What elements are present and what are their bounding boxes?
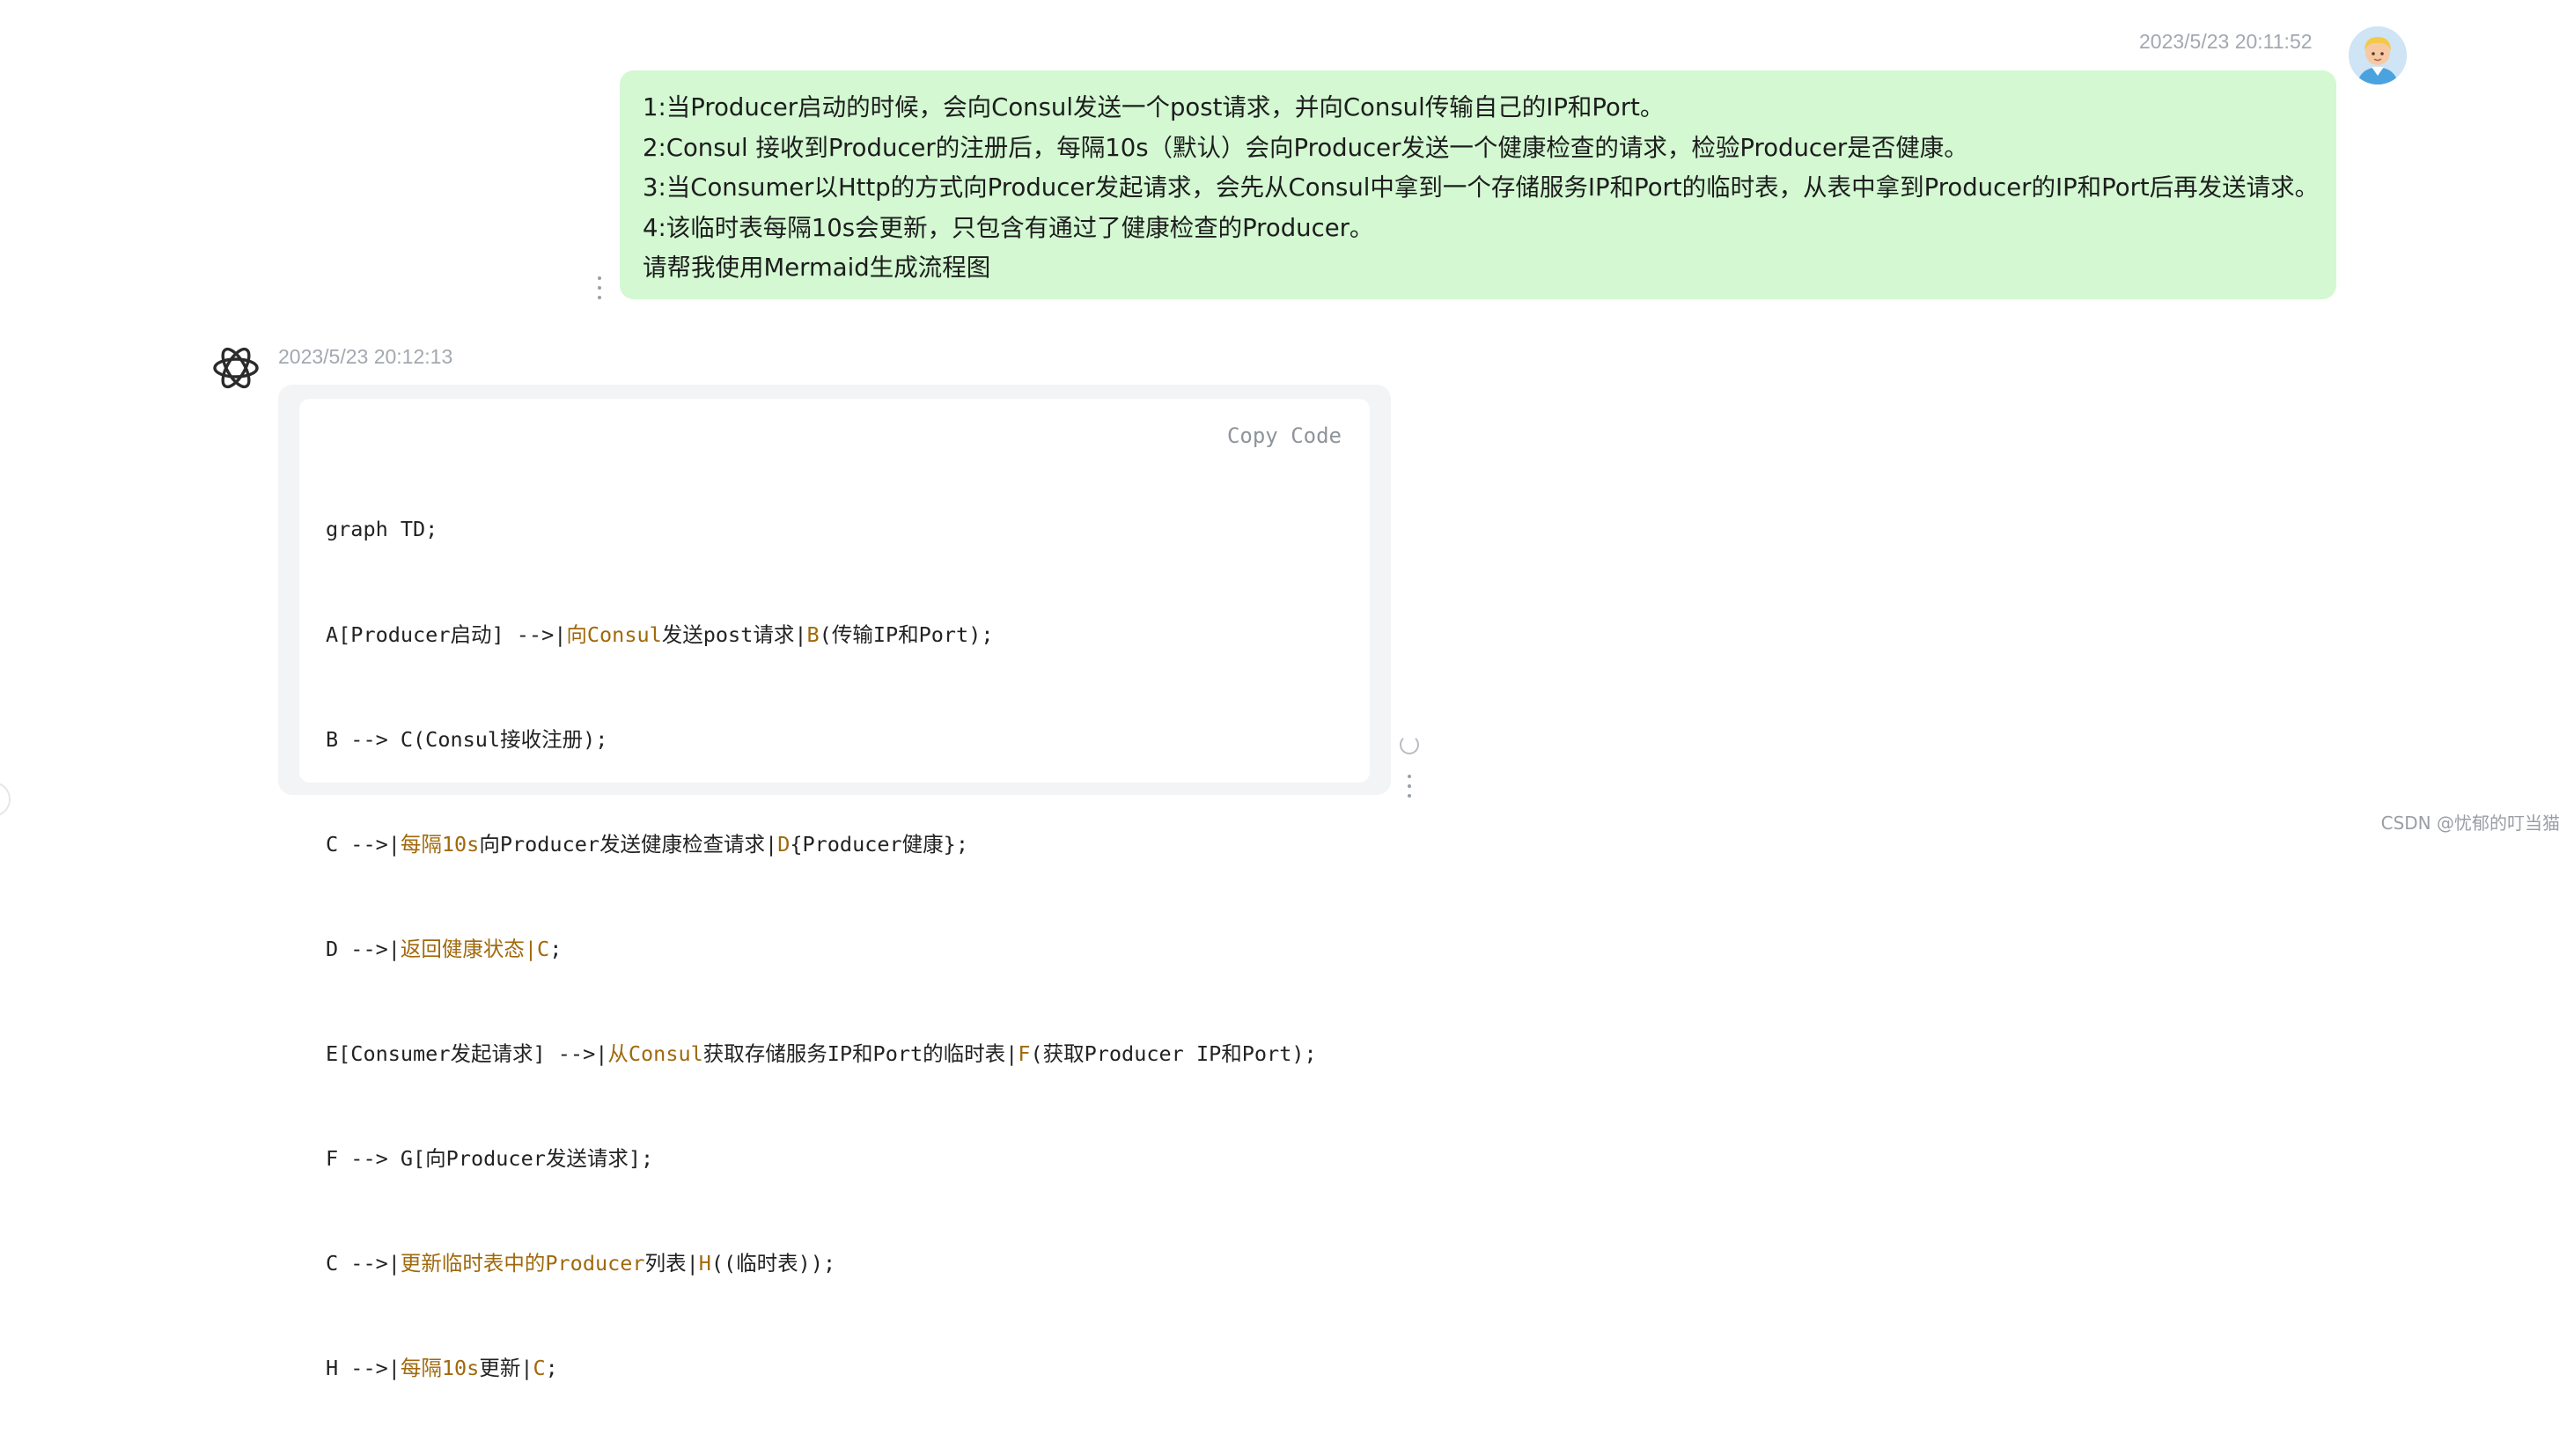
code-line: H -->|每隔10s更新|C; — [326, 1356, 558, 1381]
user-message-line: 4:该临时表每隔10s会更新，只包含有通过了健康检查的Producer。 — [643, 213, 1374, 242]
code-content: graph TD; A[Producer启动] -->|向Consul发送pos… — [326, 443, 1317, 1456]
code-line: E[Consumer发起请求] -->|从Consul获取存储服务IP和Port… — [326, 1041, 1317, 1066]
code-line: graph TD; — [326, 517, 438, 542]
code-line: D -->|返回健康状态|C; — [326, 936, 563, 961]
bot-message-timestamp: 2023/5/23 20:12:13 — [278, 345, 453, 368]
code-line: A[Producer启动] -->|向Consul发送post请求|B(传输IP… — [326, 621, 994, 647]
user-avatar-icon[interactable] — [2349, 26, 2407, 85]
user-message-line: 3:当Consumer以Http的方式向Producer发起请求，会先从Cons… — [643, 173, 2320, 202]
bot-message-menu-icon[interactable] — [1405, 775, 1414, 798]
code-line: C -->|更新临时表中的Producer列表|H((临时表)); — [326, 1251, 836, 1276]
watermark: CSDN @忧郁的叮当猫 — [2380, 813, 2560, 834]
code-line: F --> G[向Producer发送请求]; — [326, 1146, 654, 1172]
user-message-bubble: 1:当Producer启动的时候，会向Consul发送一个post请求，并向Co… — [620, 70, 2336, 299]
user-message-menu-icon[interactable] — [595, 276, 604, 299]
code-line: C -->|每隔10s向Producer发送健康检查请求|D{Producer健… — [326, 831, 968, 857]
user-message-line: 2:Consul 接收到Producer的注册后，每隔10s（默认）会向Prod… — [643, 133, 1968, 162]
code-line: B --> C(Consul接收注册); — [326, 726, 608, 752]
user-message-line: 1:当Producer启动的时候，会向Consul发送一个post请求，并向Co… — [643, 93, 1665, 121]
user-message-line: 请帮我使用Mermaid生成流程图 — [643, 254, 991, 283]
scroll-edge-button[interactable] — [0, 782, 11, 817]
refresh-icon[interactable] — [1400, 735, 1419, 754]
openai-logo-icon — [210, 342, 262, 394]
code-block: Copy Code graph TD; A[Producer启动] -->|向C… — [299, 399, 1370, 1380]
bot-message-panel: Copy Code graph TD; A[Producer启动] -->|向C… — [278, 385, 1391, 1380]
user-message-timestamp: 2023/5/23 20:11:52 — [2139, 30, 2313, 53]
